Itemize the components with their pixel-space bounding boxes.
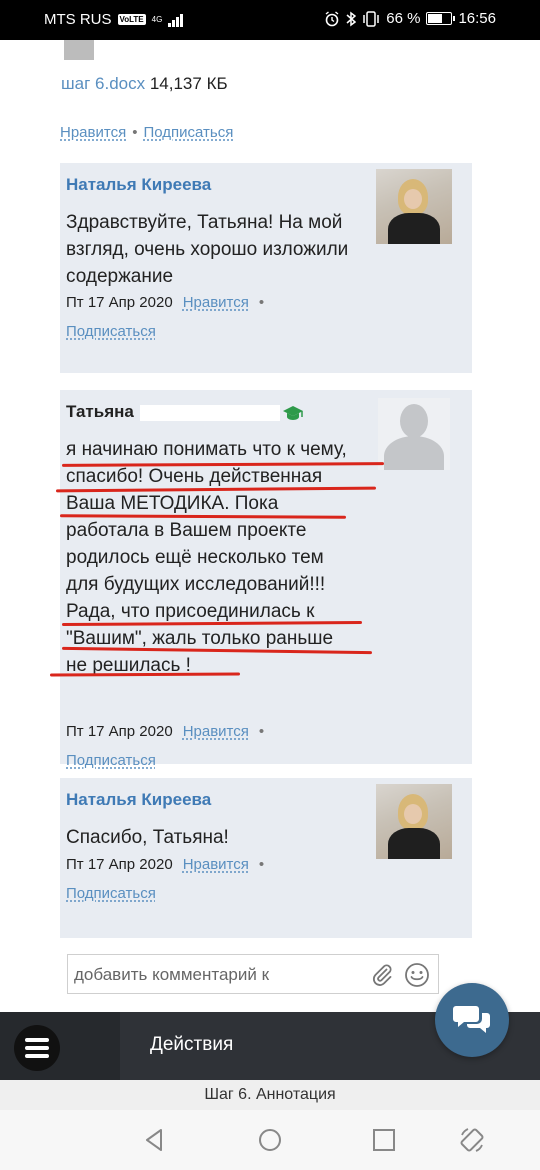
- signal-icon: [168, 13, 184, 27]
- clock: 16:56: [458, 10, 496, 27]
- comment-subscribe-link[interactable]: Подписаться: [66, 323, 156, 340]
- comment-meta: Пт 17 Апр 2020 Нравится •: [66, 723, 265, 740]
- comment-line: для будущих исследований!!!: [66, 574, 326, 595]
- comment-line: Здравствуйте, Татьяна! На мой: [66, 212, 343, 233]
- comment-line: Ваша МЕТОДИКА. Пока: [66, 493, 279, 514]
- comment-date: Пт 17 Апр 2020: [66, 723, 173, 740]
- comments-feed[interactable]: шаг 6.docx 14,137 КБ Нравится • Подписатьс…: [0, 40, 540, 1012]
- comment-line: я начинаю понимать что к чему,: [66, 439, 347, 460]
- attachment-line: шаг 6.docx 14,137 КБ: [61, 74, 228, 94]
- comment-line: содержание: [66, 266, 174, 287]
- recents-icon[interactable]: [370, 1126, 398, 1154]
- comment-author-line: Татьяна: [66, 402, 304, 422]
- comment-author[interactable]: Татьяна: [66, 402, 134, 421]
- network-type: 4G: [151, 14, 163, 24]
- system-nav-bar: [0, 1110, 540, 1170]
- comment-like-link[interactable]: Нравится: [183, 856, 249, 873]
- battery-percent: 66 %: [386, 10, 421, 27]
- status-bar: MTS RUS VoLTE 4G 66 % 16:56: [0, 0, 540, 40]
- comment-line: спасибо! Очень действенная: [66, 466, 323, 487]
- chat-button[interactable]: [435, 983, 509, 1057]
- comment-line: Спасибо, Татьяна!: [66, 827, 229, 848]
- battery-icon: [426, 12, 456, 25]
- comment-author[interactable]: Наталья Киреева: [66, 175, 211, 195]
- paperclip-icon[interactable]: [370, 963, 394, 987]
- post-actions: Нравится • Подписаться: [60, 124, 233, 141]
- comment-text: я начинаю понимать что к чему, спасибо! …: [66, 436, 347, 679]
- comment-author[interactable]: Наталья Киреева: [66, 790, 211, 810]
- home-icon[interactable]: [256, 1126, 284, 1154]
- comment-input[interactable]: [74, 963, 364, 987]
- volte-badge: VoLTE: [117, 14, 146, 25]
- rotate-icon[interactable]: [458, 1126, 486, 1154]
- comment-date: Пт 17 Апр 2020: [66, 856, 173, 873]
- comment-like-link[interactable]: Нравится: [183, 723, 249, 740]
- comment-meta: Пт 17 Апр 2020 Нравится •: [66, 856, 265, 873]
- comment-line: работала в Вашем проекте: [66, 520, 307, 541]
- bluetooth-icon: [346, 11, 357, 26]
- graduation-cap-icon: [282, 405, 303, 420]
- redacted-surname: [139, 404, 280, 421]
- vibrate-icon: [363, 10, 379, 27]
- avatar[interactable]: [376, 784, 452, 859]
- avatar[interactable]: [376, 169, 452, 244]
- default-avatar-icon[interactable]: [378, 398, 450, 470]
- comment-line: взгляд, очень хорошо изложили: [66, 239, 349, 260]
- comment-card: Наталья Киреева Здравствуйте, Татьяна! Н…: [60, 163, 472, 373]
- comment-card: Татьяна я начинаю понимать что к чему, с…: [60, 390, 472, 769]
- attachment-thumbnail[interactable]: [64, 40, 94, 60]
- page-title: Шаг 6. Аннотация: [0, 1080, 540, 1110]
- alarm-icon: [325, 10, 339, 26]
- comment-line: родилось ещё несколько тем: [66, 547, 324, 568]
- chat-icon: [453, 1006, 490, 1033]
- comment-text: Здравствуйте, Татьяна! На мой взгляд, оч…: [66, 209, 348, 290]
- menu-area: [0, 1012, 120, 1080]
- comment-like-link[interactable]: Нравится: [183, 294, 249, 311]
- comment-card: Наталья Киреева Спасибо, Татьяна! Пт 17 …: [60, 778, 472, 938]
- separator-dot: •: [132, 124, 138, 141]
- smile-icon[interactable]: [404, 962, 430, 988]
- menu-icon[interactable]: [14, 1025, 60, 1071]
- comment-subscribe-link[interactable]: Подписаться: [66, 752, 156, 769]
- comment-composer: [67, 954, 439, 994]
- post-subscribe-link[interactable]: Подписаться: [143, 124, 233, 141]
- carrier-name: MTS RUS: [44, 11, 112, 28]
- attachment-link[interactable]: шаг 6.docx: [61, 74, 145, 93]
- comment-text: Спасибо, Татьяна!: [66, 824, 229, 851]
- comment-date: Пт 17 Апр 2020: [66, 294, 173, 311]
- actions-button[interactable]: Действия: [150, 1034, 233, 1056]
- post-like-link[interactable]: Нравится: [60, 124, 126, 141]
- comment-meta: Пт 17 Апр 2020 Нравится •: [66, 294, 265, 311]
- comment-subscribe-link[interactable]: Подписаться: [66, 885, 156, 902]
- back-icon[interactable]: [141, 1126, 169, 1154]
- battery-fill: [428, 14, 443, 23]
- attachment-size: 14,137 КБ: [149, 74, 228, 93]
